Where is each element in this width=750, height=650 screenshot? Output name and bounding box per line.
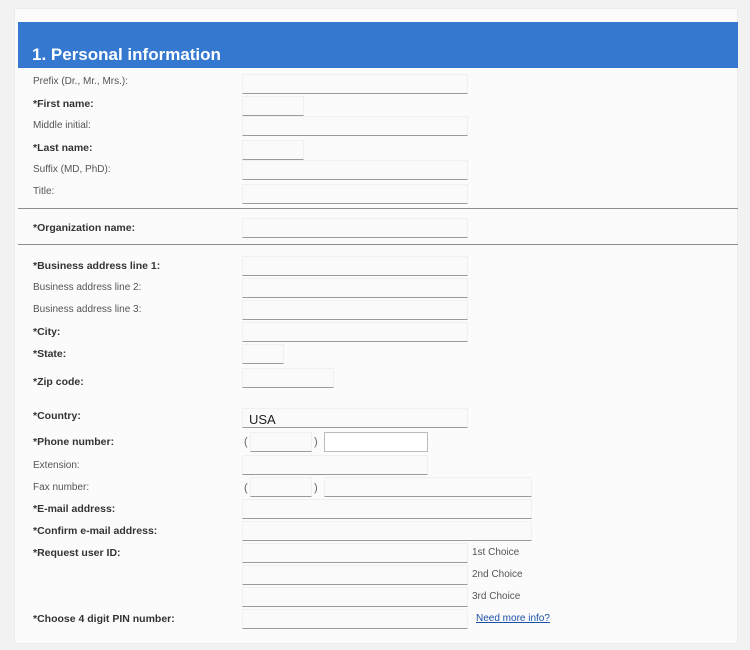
middle-initial-label: Middle initial: [33, 120, 91, 131]
fax-close-paren: ) [314, 482, 318, 494]
section-title: 1. Personal information [32, 45, 221, 64]
last-name-input[interactable] [242, 140, 304, 160]
phone-number-input[interactable] [324, 432, 428, 452]
pin-input[interactable] [242, 609, 468, 629]
last-name-label: *Last name: [33, 142, 93, 154]
pin-label: *Choose 4 digit PIN number: [33, 613, 175, 625]
user-id-choice1-label: 1st Choice [472, 547, 520, 558]
fax-label: Fax number: [33, 482, 90, 493]
phone-label: *Phone number: [33, 436, 115, 448]
fax-open-paren: ( [244, 482, 248, 494]
country-label: *Country: [33, 410, 81, 422]
phone-area-code-input[interactable] [250, 432, 312, 452]
first-name-label: *First name: [33, 98, 94, 110]
email-input[interactable] [242, 499, 532, 519]
user-id-choice3-label: 3rd Choice [472, 591, 521, 602]
user-id-choice2-input[interactable] [242, 565, 468, 585]
divider [18, 208, 738, 209]
user-id-choice2-label: 2nd Choice [472, 569, 523, 580]
zip-input[interactable] [242, 368, 334, 388]
user-id-choice3-input[interactable] [242, 587, 468, 607]
address-line1-label: *Business address line 1: [33, 260, 161, 272]
address-line2-input[interactable] [242, 278, 468, 298]
organization-input[interactable] [242, 218, 468, 238]
user-id-label: *Request user ID: [33, 547, 121, 559]
email-label: *E-mail address: [33, 503, 116, 515]
divider [18, 244, 738, 245]
state-input[interactable] [242, 344, 284, 364]
phone-close-paren: ) [314, 436, 318, 448]
suffix-label: Suffix (MD, PhD): [33, 164, 111, 175]
fax-area-code-input[interactable] [250, 477, 312, 497]
phone-open-paren: ( [244, 436, 248, 448]
extension-label: Extension: [33, 460, 80, 471]
section-header: 1. Personal information [18, 22, 738, 68]
extension-input[interactable] [242, 455, 428, 475]
middle-initial-input[interactable] [242, 116, 468, 136]
address-line2-label: Business address line 2: [33, 282, 142, 293]
confirm-email-label: *Confirm e-mail address: [33, 525, 158, 537]
address-line3-input[interactable] [242, 300, 468, 320]
title-label: Title: [33, 186, 55, 197]
prefix-input[interactable] [242, 74, 468, 94]
confirm-email-input[interactable] [242, 521, 532, 541]
need-more-info-link[interactable]: Need more info? [476, 613, 550, 624]
city-label: *City: [33, 326, 61, 338]
title-input[interactable] [242, 184, 468, 204]
fax-number-input[interactable] [324, 477, 532, 497]
city-input[interactable] [242, 322, 468, 342]
user-id-choice1-input[interactable] [242, 543, 468, 563]
suffix-input[interactable] [242, 160, 468, 180]
first-name-input[interactable] [242, 96, 304, 116]
zip-label: *Zip code: [33, 376, 84, 388]
organization-label: *Organization name: [33, 222, 136, 234]
address-line1-input[interactable] [242, 256, 468, 276]
country-input[interactable]: USA [242, 408, 468, 428]
address-line3-label: Business address line 3: [33, 304, 142, 315]
state-label: *State: [33, 348, 67, 360]
prefix-label: Prefix (Dr., Mr., Mrs.): [33, 76, 128, 87]
